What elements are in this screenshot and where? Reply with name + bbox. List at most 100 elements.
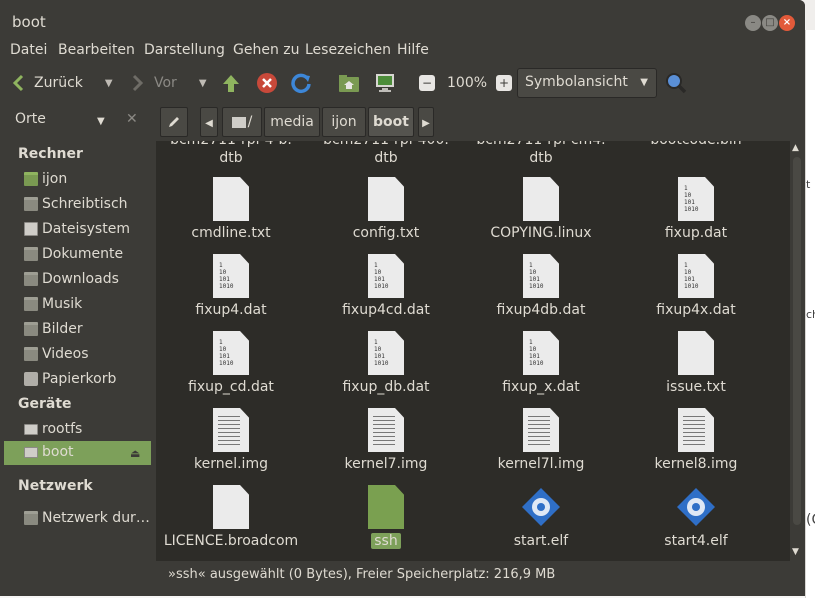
file-item[interactable]: cmdline.txt: [156, 177, 306, 253]
zoom-out-button[interactable]: −: [419, 64, 435, 102]
sidebar-item-dokumente[interactable]: Dokumente: [4, 243, 151, 267]
text-file-icon: [523, 177, 559, 221]
sidebar-item-ijon[interactable]: ijon: [4, 168, 151, 192]
minimize-button[interactable]: –: [745, 15, 761, 31]
file-name: fixup.dat: [621, 225, 771, 241]
scroll-down-icon[interactable]: ▼: [792, 547, 799, 557]
selected-file-icon: [368, 485, 404, 529]
text-file-icon: [213, 485, 249, 529]
crumb-boot[interactable]: boot: [368, 107, 414, 137]
sidebar-item-boot[interactable]: boot ⏏: [4, 441, 151, 465]
partial-file-label[interactable]: bootcode.bin: [621, 141, 771, 149]
eject-icon[interactable]: ⏏: [130, 447, 140, 460]
file-item[interactable]: kernel8.img: [621, 408, 771, 484]
stop-button[interactable]: [256, 64, 278, 102]
sidebar-item-netzwerk[interactable]: Netzwerk dur…: [4, 507, 151, 531]
home-folder-icon: [339, 75, 359, 92]
file-item[interactable]: 1 10 101 1010 fixup.dat: [621, 177, 771, 253]
toggle-location-entry-button[interactable]: [160, 107, 188, 137]
menu-datei[interactable]: Datei: [10, 42, 47, 58]
forward-arrow-icon: [132, 74, 144, 92]
file-name-text: COPYING.linux: [490, 225, 592, 241]
file-item[interactable]: start.elf: [466, 485, 616, 561]
sidebar-item-rootfs[interactable]: rootfs: [4, 418, 151, 442]
document-file-icon: [368, 408, 404, 452]
back-button[interactable]: Zurück ▼: [12, 64, 113, 102]
chevron-down-icon[interactable]: ▼: [97, 116, 105, 127]
file-item[interactable]: 1 10 101 1010 fixup4cd.dat: [311, 254, 461, 330]
crumb-ijon[interactable]: ijon: [322, 107, 366, 137]
crumb-media[interactable]: media: [264, 107, 320, 137]
back-label: Zurück: [34, 75, 83, 91]
partial-file-label[interactable]: bcm2711-rpi-4-b. dtb: [156, 141, 306, 167]
binary-file-icon: 1 10 101 1010: [678, 254, 714, 298]
crumb-root[interactable]: /: [222, 107, 262, 137]
pictures-folder-icon: [24, 322, 38, 336]
file-item[interactable]: 1 10 101 1010 fixup4db.dat: [466, 254, 616, 330]
sidebar-item-videos[interactable]: Videos: [4, 343, 151, 367]
forward-history-icon[interactable]: ▼: [199, 78, 207, 89]
file-item[interactable]: ssh: [311, 485, 461, 561]
file-item[interactable]: kernel.img: [156, 408, 306, 484]
sidebar-item-downloads[interactable]: Downloads: [4, 268, 151, 292]
crumb-scroll-left[interactable]: ◀: [200, 107, 218, 137]
drive-icon: [24, 447, 38, 458]
binary-file-icon: 1 10 101 1010: [368, 254, 404, 298]
file-item[interactable]: start4.elf: [621, 485, 771, 561]
file-item[interactable]: issue.txt: [621, 331, 771, 407]
file-name: fixup4db.dat: [466, 302, 616, 318]
close-sidebar-icon[interactable]: ✕: [126, 111, 138, 127]
text-file-icon: [678, 331, 714, 375]
sidebar-item-dateisystem[interactable]: Dateisystem: [4, 218, 151, 242]
file-name-text: start.elf: [513, 533, 569, 549]
file-item[interactable]: kernel7l.img: [466, 408, 616, 484]
file-item[interactable]: 1 10 101 1010 fixup_db.dat: [311, 331, 461, 407]
menu-bar: Datei Bearbeiten Darstellung Gehen zu Le…: [0, 39, 805, 63]
file-name-text: kernel8.img: [654, 456, 738, 472]
sidebar-item-papierkorb[interactable]: Papierkorb: [4, 368, 151, 392]
file-item[interactable]: COPYING.linux: [466, 177, 616, 253]
places-selector[interactable]: Orte: [15, 111, 46, 127]
back-history-icon[interactable]: ▼: [105, 78, 113, 89]
menu-darstellung[interactable]: Darstellung: [144, 42, 225, 58]
file-item[interactable]: LICENCE.broadcom: [156, 485, 306, 561]
computer-button[interactable]: [374, 64, 396, 102]
stop-icon: [257, 73, 277, 93]
view-mode-select[interactable]: Symbolansicht ▼: [517, 68, 657, 98]
sidebar-item-musik[interactable]: Musik: [4, 293, 151, 317]
maximize-button[interactable]: □: [762, 15, 778, 31]
file-name: fixup4.dat: [156, 302, 306, 318]
partial-file-label[interactable]: bcm2711-rpi-cm4. dtb: [466, 141, 616, 167]
up-button[interactable]: [220, 64, 242, 102]
sidebar-item-schreibtisch[interactable]: Schreibtisch: [4, 193, 151, 217]
menu-lesezeichen[interactable]: Lesezeichen: [305, 42, 391, 58]
zoom-out-icon: −: [419, 75, 435, 91]
partial-file-label[interactable]: bcm2711-rpi-400. dtb: [311, 141, 461, 167]
file-name: start.elf: [466, 533, 616, 549]
binary-file-icon: 1 10 101 1010: [213, 331, 249, 375]
sidebar-item-bilder[interactable]: Bilder: [4, 318, 151, 342]
search-button[interactable]: [664, 64, 688, 102]
file-item[interactable]: kernel7.img: [311, 408, 461, 484]
close-button[interactable]: ×: [779, 15, 795, 31]
crumb-scroll-right[interactable]: ▶: [418, 107, 434, 137]
file-item[interactable]: 1 10 101 1010 fixup4x.dat: [621, 254, 771, 330]
binary-file-icon: 1 10 101 1010: [678, 177, 714, 221]
menu-bearbeiten[interactable]: Bearbeiten: [58, 42, 135, 58]
menu-gehen-zu[interactable]: Gehen zu: [233, 42, 300, 58]
file-item[interactable]: 1 10 101 1010 fixup_x.dat: [466, 331, 616, 407]
elf-executable-icon: [522, 488, 560, 526]
scroll-up-icon[interactable]: ▲: [792, 143, 799, 153]
title-bar[interactable]: boot – □ ×: [0, 0, 805, 38]
file-item[interactable]: config.txt: [311, 177, 461, 253]
forward-button[interactable]: Vor ▼: [132, 64, 207, 102]
menu-hilfe[interactable]: Hilfe: [397, 42, 429, 58]
vertical-scrollbar[interactable]: ▲ ▼: [790, 141, 804, 561]
file-item[interactable]: 1 10 101 1010 fixup4.dat: [156, 254, 306, 330]
home-button[interactable]: [338, 64, 360, 102]
file-name-text: fixup_db.dat: [342, 379, 430, 395]
zoom-in-button[interactable]: +: [496, 64, 512, 102]
reload-button[interactable]: [290, 64, 312, 102]
file-item[interactable]: 1 10 101 1010 fixup_cd.dat: [156, 331, 306, 407]
scrollbar-thumb[interactable]: [793, 157, 801, 525]
